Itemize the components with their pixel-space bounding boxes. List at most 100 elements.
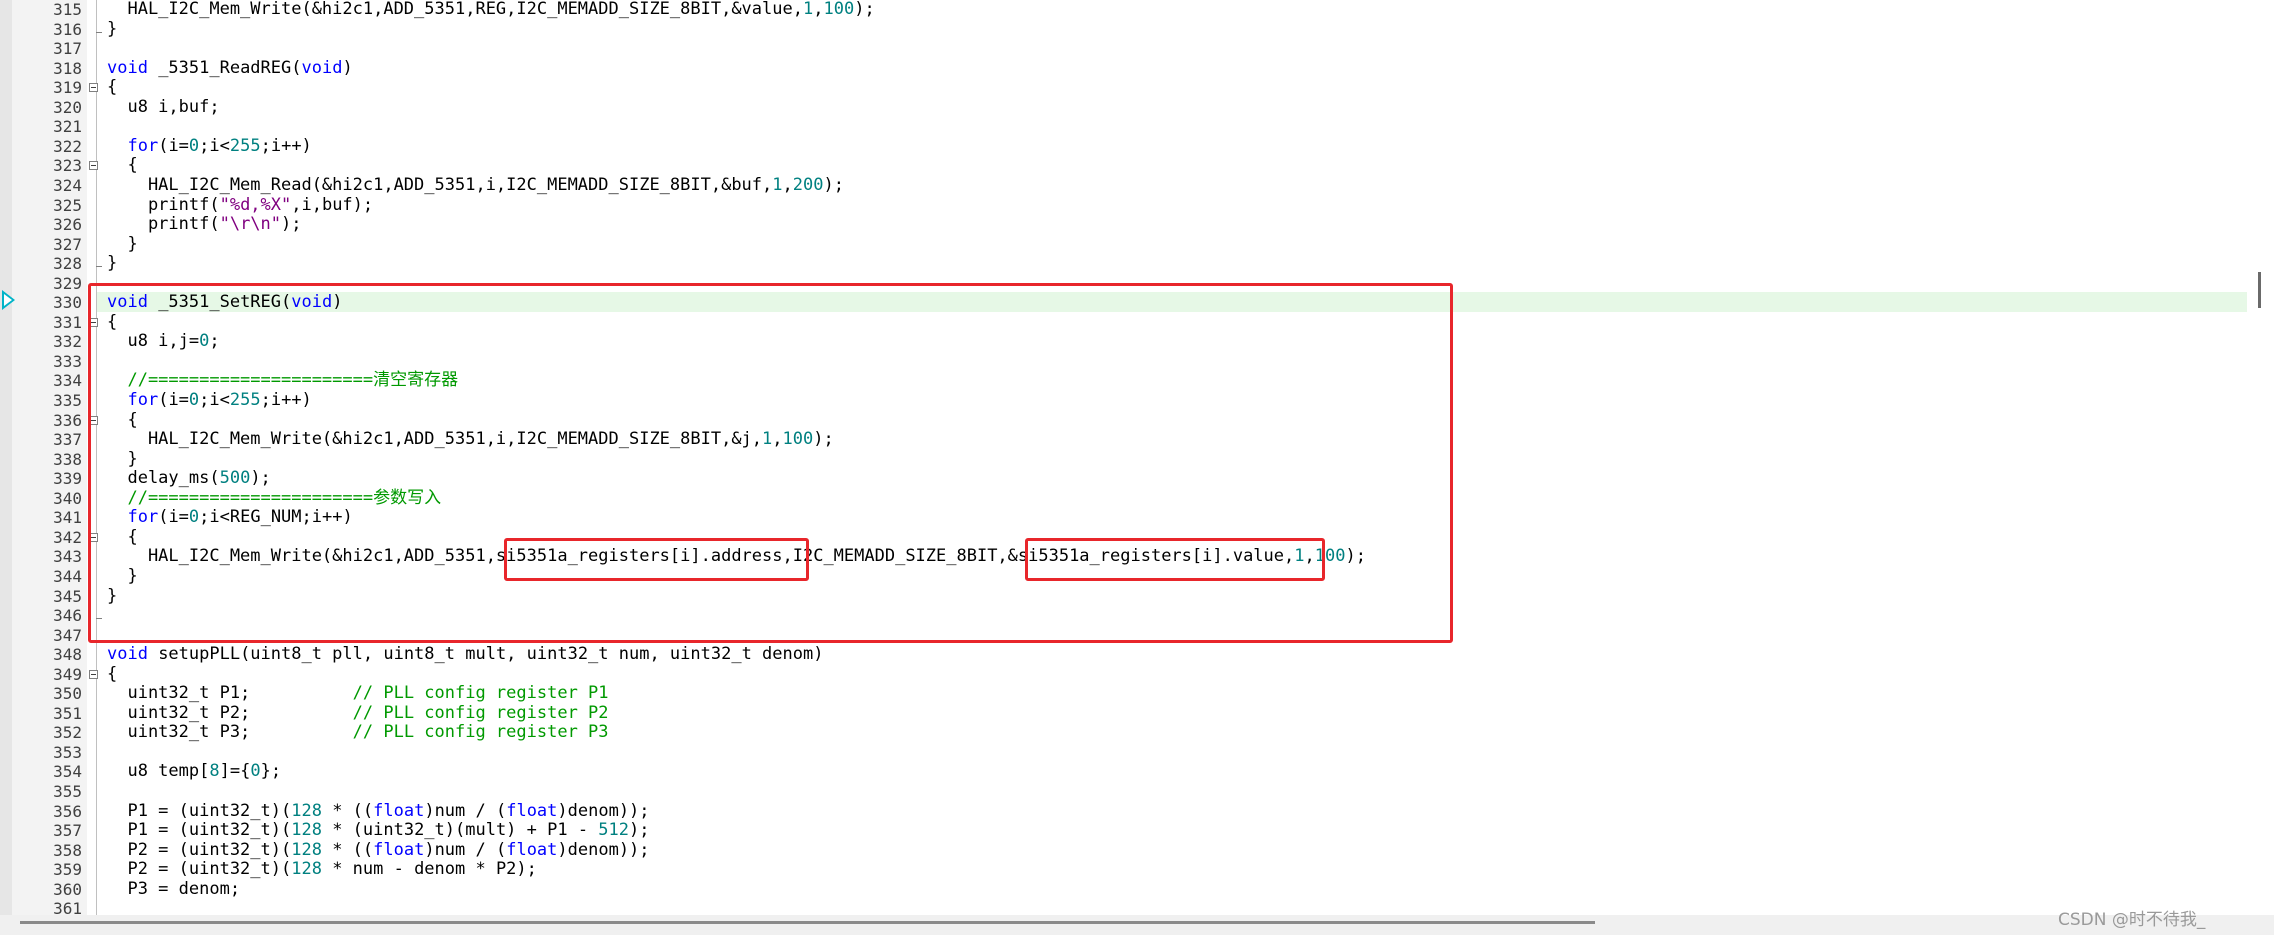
line-number: 337 xyxy=(53,430,82,450)
play-arrow-icon-inner xyxy=(4,294,12,306)
line-number: 324 xyxy=(53,175,82,195)
code-line[interactable]: { xyxy=(107,77,117,98)
line-number: 340 xyxy=(53,488,82,508)
code-token: u8 i,buf; xyxy=(107,96,220,117)
horizontal-scrollbar[interactable] xyxy=(0,915,2274,935)
code-line[interactable]: void _5351_ReadREG(void) xyxy=(107,57,353,79)
code-token: 128 xyxy=(291,820,322,841)
code-token: 512 xyxy=(598,820,630,841)
line-number: 320 xyxy=(53,97,82,117)
code-token: float xyxy=(373,839,425,860)
line-number: 338 xyxy=(53,449,82,469)
code-token: "%d,%X" xyxy=(219,194,292,215)
highlight-box-address xyxy=(504,538,809,581)
code-token: 200 xyxy=(792,174,824,195)
code-token: )num / ( xyxy=(424,800,507,821)
code-line[interactable]: P2 = (uint32_t)(128 * ((float)num / (flo… xyxy=(107,839,650,861)
code-line[interactable]: void setupPLL(uint8_t pll, uint8_t mult,… xyxy=(107,644,824,665)
line-number: 350 xyxy=(53,684,82,704)
code-editor[interactable]: 315 HAL_I2C_Mem_Write(&hi2c1,ADD_5351,RE… xyxy=(0,0,2274,935)
code-token: ]={ xyxy=(219,761,251,782)
code-line[interactable]: printf("\r\n"); xyxy=(107,214,302,235)
code-token: ) xyxy=(342,57,353,78)
code-line[interactable]: u8 i,buf; xyxy=(107,96,220,118)
code-line[interactable]: { xyxy=(107,664,117,685)
code-token: * num - denom * P2); xyxy=(321,859,537,880)
code-line[interactable]: P3 = denom; xyxy=(107,879,240,900)
code-token: ;i++) xyxy=(260,135,312,156)
code-token: 1 xyxy=(772,174,783,195)
code-token: }; xyxy=(260,761,282,782)
fold-minus-icon[interactable] xyxy=(89,83,98,93)
code-token: // PLL config register P1 xyxy=(352,683,609,704)
line-number: 343 xyxy=(53,547,82,567)
code-line[interactable]: } xyxy=(107,19,117,40)
line-number: 333 xyxy=(53,351,82,371)
fold-minus-icon[interactable] xyxy=(89,669,98,679)
code-token: u8 temp[ xyxy=(107,761,210,782)
line-number: 346 xyxy=(53,606,82,626)
code-token: } xyxy=(107,253,118,274)
code-token: , xyxy=(813,0,824,19)
line-number: 351 xyxy=(53,703,82,723)
code-token: P2 = (uint32_t)( xyxy=(107,859,292,880)
code-token: 0 xyxy=(250,761,261,782)
code-line[interactable]: uint32_t P2; // PLL config register P2 xyxy=(107,703,608,724)
code-token: uint32_t P1; xyxy=(107,683,353,704)
line-number: 331 xyxy=(53,312,82,332)
code-line[interactable]: { xyxy=(107,155,138,176)
line-number: 336 xyxy=(53,410,82,430)
fold-end-marker xyxy=(96,266,102,268)
breakpoint-margin[interactable] xyxy=(0,0,12,935)
code-token: float xyxy=(506,800,558,821)
line-number: 319 xyxy=(53,78,82,98)
code-line[interactable]: } xyxy=(107,233,138,255)
line-number: 348 xyxy=(53,645,82,665)
code-token: )denom)); xyxy=(557,800,650,821)
code-line[interactable]: uint32_t P3; // PLL config register P3 xyxy=(107,723,608,743)
code-token: { xyxy=(107,155,138,176)
code-line[interactable]: uint32_t P1; // PLL config register P1 xyxy=(107,683,609,704)
code-line[interactable]: u8 temp[8]={0}; xyxy=(107,762,281,782)
line-number: 358 xyxy=(53,840,82,860)
code-token: * (( xyxy=(321,839,374,860)
code-token: void xyxy=(107,57,148,78)
line-number: 318 xyxy=(53,58,82,78)
code-token: 0 xyxy=(188,135,200,156)
line-number: 328 xyxy=(53,254,82,274)
horizontal-scrollbar-thumb[interactable] xyxy=(20,921,1595,924)
code-token: HAL_I2C_Mem_Write(&hi2c1,ADD_5351,REG,I2… xyxy=(107,0,803,19)
code-token: ); xyxy=(629,820,650,841)
line-number: 355 xyxy=(53,782,82,801)
code-token: float xyxy=(506,839,558,860)
code-token: setupPLL(uint8_t pll, uint8_t mult, uint… xyxy=(147,644,824,665)
code-line[interactable]: printf("%d,%X",i,buf); xyxy=(107,194,373,216)
code-line[interactable]: for(i=0;i<255;i++) xyxy=(107,135,312,157)
code-line[interactable]: P1 = (uint32_t)(128 * (uint32_t)(mult) +… xyxy=(107,820,650,841)
code-token: ); xyxy=(854,0,875,19)
code-line[interactable]: P2 = (uint32_t)(128 * num - denom * P2); xyxy=(107,859,537,880)
line-number: 321 xyxy=(53,117,82,137)
line-number: 329 xyxy=(53,273,82,293)
code-token: * (( xyxy=(321,800,374,821)
code-token: (i= xyxy=(158,135,189,156)
fold-minus-icon[interactable] xyxy=(89,161,98,171)
highlight-box-function xyxy=(88,283,1453,643)
line-number: 327 xyxy=(53,234,82,254)
vertical-scrollbar-thumb[interactable] xyxy=(2258,272,2261,308)
code-token: } xyxy=(107,233,138,254)
code-line[interactable]: HAL_I2C_Mem_Read(&hi2c1,ADD_5351,i,I2C_M… xyxy=(107,174,844,196)
line-number: 316 xyxy=(53,19,82,39)
code-line[interactable]: P1 = (uint32_t)(128 * ((float)num / (flo… xyxy=(107,800,650,822)
code-token: printf( xyxy=(107,194,220,215)
line-number: 345 xyxy=(53,586,82,606)
line-number: 352 xyxy=(53,723,82,743)
code-line[interactable]: } xyxy=(107,253,118,274)
code-token: ); xyxy=(281,214,302,235)
line-number: 325 xyxy=(53,195,82,215)
code-token: , xyxy=(782,174,793,195)
code-line[interactable]: HAL_I2C_Mem_Write(&hi2c1,ADD_5351,REG,I2… xyxy=(107,0,875,20)
code-token: printf( xyxy=(107,214,220,235)
code-token: )denom)); xyxy=(557,839,650,860)
line-number: 360 xyxy=(53,879,82,899)
